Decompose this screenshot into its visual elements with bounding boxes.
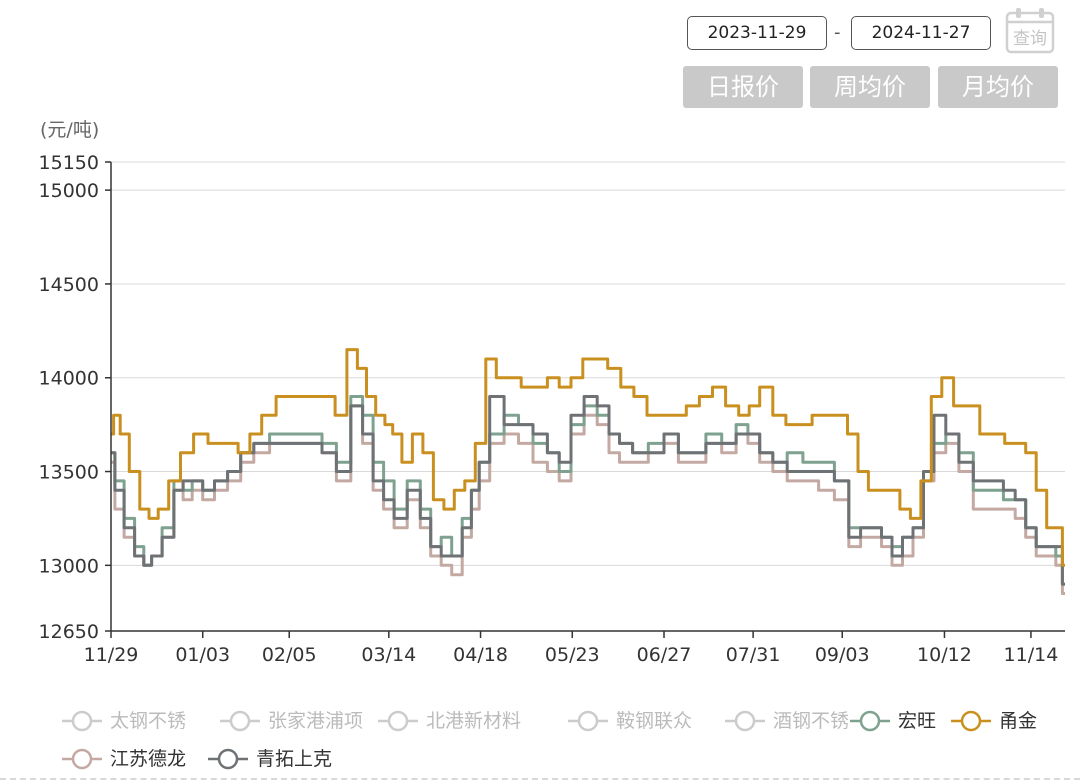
x-tick-label: 09/03 — [815, 644, 870, 666]
x-tick-label: 05/23 — [545, 644, 600, 666]
legend-circle-icon — [568, 710, 608, 732]
axis-layer: 12650 13000 13500 14000 14500 15000 15150 11/29… — [39, 152, 1065, 666]
legend-label: 甬金 — [999, 710, 1038, 732]
legend-circle-icon — [725, 710, 765, 732]
legend-label: 青拓上克 — [256, 748, 333, 770]
y-tick-label: 15150 — [39, 152, 99, 174]
x-tick-label: 11/14 — [1004, 644, 1059, 666]
legend-circle-icon — [378, 710, 418, 732]
legend-label: 北港新材料 — [426, 710, 522, 732]
x-tick-label: 03/14 — [361, 644, 416, 666]
legend-label: 酒钢不锈 — [773, 710, 850, 732]
legend-circle-icon — [951, 710, 991, 732]
legend-label: 宏旺 — [898, 710, 937, 732]
y-tick-label: 12650 — [39, 621, 99, 643]
x-tick-label: 04/18 — [453, 644, 508, 666]
legend-label: 张家港浦项 — [268, 710, 364, 732]
legend-label: 鞍钢联众 — [616, 710, 693, 732]
x-tick-label: 06/27 — [637, 644, 692, 666]
legend-circle-icon — [850, 710, 890, 732]
bottom-divider — [0, 778, 1080, 780]
x-tick-label: 11/29 — [84, 644, 139, 666]
price-line-chart: 12650 13000 13500 14000 14500 15000 15150 11/29… — [39, 152, 1065, 666]
legend-circle-icon — [208, 748, 248, 770]
y-tick-label: 15000 — [39, 180, 99, 202]
y-tick-label: 14500 — [39, 274, 99, 296]
x-tick-label: 01/03 — [175, 644, 230, 666]
y-tick-label: 14000 — [39, 368, 99, 390]
legend-label: 江苏德龙 — [110, 748, 187, 770]
legend-label: 太钢不锈 — [110, 710, 187, 732]
legend-circle-icon — [62, 710, 102, 732]
y-tick-label: 13500 — [39, 462, 99, 484]
legend-circle-icon — [62, 748, 102, 770]
y-tick-label: 13000 — [39, 555, 99, 577]
x-tick-label: 10/12 — [917, 644, 972, 666]
x-tick-label: 02/05 — [262, 644, 317, 666]
legend-circle-icon — [220, 710, 260, 732]
x-tick-label: 07/31 — [726, 644, 781, 666]
